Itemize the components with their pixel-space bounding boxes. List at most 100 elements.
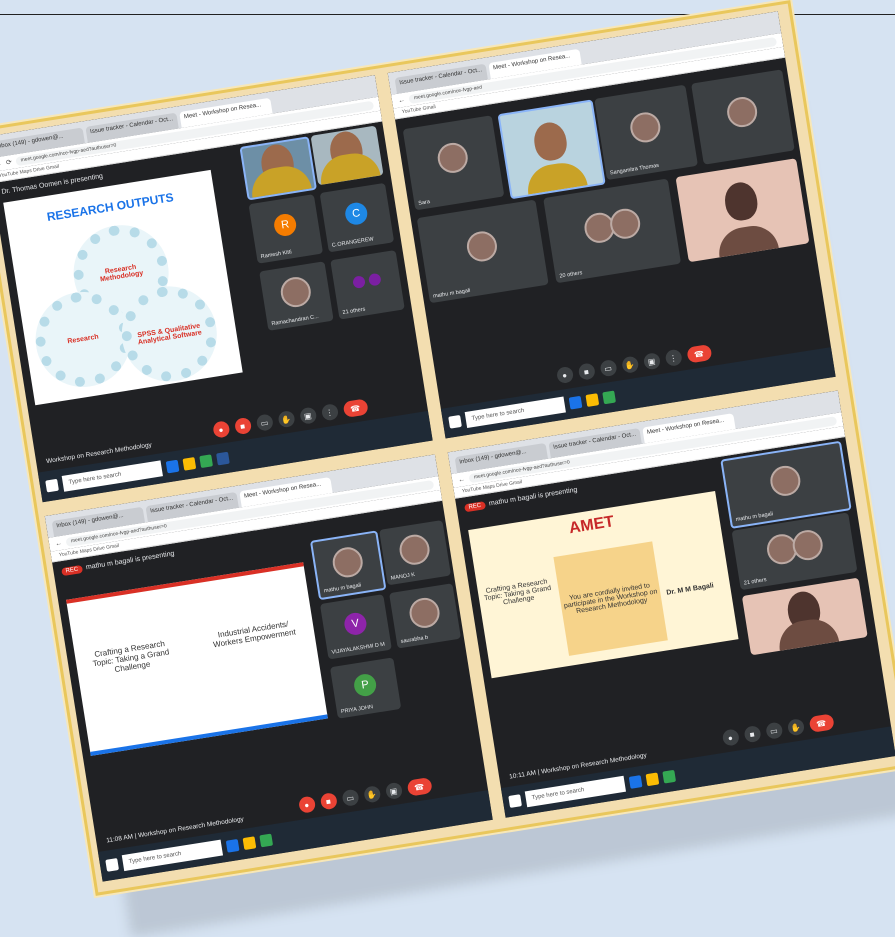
chrome-icon[interactable] (602, 390, 616, 405)
folder-icon[interactable] (182, 457, 197, 471)
participant-tile[interactable]: C C.ORANGEREW (319, 182, 395, 253)
folder-icon[interactable] (242, 836, 257, 851)
start-icon[interactable] (105, 858, 120, 872)
participant-tile[interactable]: MANOJ K (379, 520, 452, 586)
participant-tile[interactable]: saurabha b (389, 583, 462, 649)
leave-call-icon[interactable]: ☎ (808, 713, 835, 734)
recording-badge: REC (61, 564, 83, 577)
participant-tile[interactable] (239, 136, 318, 201)
participant-tile[interactable]: Sara (402, 115, 505, 211)
participant-tile[interactable]: mathu m bagali (309, 530, 387, 601)
avatar: P (352, 672, 378, 698)
edge-icon[interactable] (628, 775, 643, 789)
word-icon[interactable] (216, 451, 230, 466)
more-options-icon[interactable]: ⋮ (320, 403, 339, 422)
mic-icon[interactable]: ● (555, 365, 574, 385)
participant-video (531, 119, 570, 163)
avatar (278, 275, 314, 310)
taskbar-search[interactable]: Type here to search (121, 839, 224, 872)
chrome-icon[interactable] (662, 769, 677, 784)
participant-name: Ramachandran C... (271, 313, 320, 328)
chrome-icon[interactable] (259, 833, 274, 848)
present-icon[interactable]: ▣ (298, 406, 317, 425)
avatar: V (342, 610, 368, 637)
more-options-icon[interactable]: ⋮ (664, 348, 683, 368)
mic-off-icon[interactable]: ● (211, 420, 231, 439)
edge-icon[interactable] (165, 459, 180, 474)
back-icon[interactable]: ← (0, 160, 3, 168)
participant-tile[interactable]: mathu m bagali (416, 199, 549, 304)
mic-icon[interactable]: ● (721, 728, 740, 747)
back-icon[interactable]: ← (55, 539, 63, 547)
present-icon[interactable]: ▣ (384, 781, 403, 801)
chrome-icon[interactable] (199, 454, 214, 469)
panel-3: Inbox (149) - gdowen@... Issue tracker -… (44, 454, 493, 882)
participant-tile[interactable]: R Ramesh Kitti (248, 194, 324, 264)
folder-icon[interactable] (585, 393, 600, 407)
participant-tile[interactable] (691, 69, 795, 165)
participant-name: 21 others (743, 577, 768, 587)
participant-name: mathu m bagali (735, 511, 774, 524)
avatar (407, 595, 442, 630)
screenshot-collage: Inbox (149) - gdowen@... Issue tracker -… (0, 0, 895, 896)
mic-off-icon[interactable]: ● (297, 795, 316, 814)
amet-logo: AMET (567, 513, 616, 538)
camera-off-icon[interactable]: ■ (233, 416, 252, 436)
presenter-text: mathu m bagali is presenting (488, 486, 578, 508)
folder-icon[interactable] (645, 772, 660, 787)
present-icon[interactable]: ▣ (642, 352, 661, 371)
meeting-time: 10:11 AM (508, 769, 537, 781)
participant-tile[interactable]: 21 others (330, 250, 405, 320)
raise-hand-icon[interactable]: ✋ (620, 355, 639, 374)
participant-tile[interactable] (497, 99, 606, 200)
edge-icon[interactable] (568, 395, 583, 410)
meeting-time: 11:08 AM (105, 833, 134, 845)
leave-call-icon[interactable]: ☎ (685, 344, 713, 364)
participant-tile[interactable] (310, 125, 384, 186)
participant-tile[interactable]: Ramachandran C... (259, 261, 334, 331)
raise-hand-icon[interactable]: ✋ (786, 718, 805, 737)
participant-tile[interactable]: P PRIYA JOHN (329, 657, 402, 719)
participant-tile[interactable]: V VIJAYALAKSHMI D M (319, 594, 392, 660)
edge-icon[interactable] (225, 838, 240, 853)
captions-icon[interactable]: ▭ (255, 413, 274, 432)
recording-badge: REC (464, 501, 486, 513)
speaker-name: Dr. M M Bagali (665, 582, 715, 597)
start-icon[interactable] (508, 794, 522, 808)
refresh-icon[interactable]: ⟳ (5, 158, 13, 167)
avatar: C (343, 201, 369, 227)
participant-video-body (715, 222, 779, 258)
avatar (790, 528, 825, 563)
captions-icon[interactable]: ▭ (340, 788, 360, 807)
taskbar-search[interactable]: Type here to search (61, 460, 163, 492)
avatar: R (272, 212, 298, 238)
back-icon[interactable]: ← (398, 96, 406, 104)
participant-name: Sara (418, 199, 431, 207)
participant-name: C.ORANGEREW (331, 236, 375, 249)
slide-title: RESEARCH OUTPUTS (45, 190, 175, 225)
raise-hand-icon[interactable]: ✋ (362, 785, 381, 804)
camera-off-icon[interactable]: ■ (319, 792, 338, 811)
start-icon[interactable] (45, 478, 59, 493)
avatar (724, 94, 760, 130)
raise-hand-icon[interactable]: ✋ (276, 410, 296, 429)
leave-call-icon[interactable]: ☎ (406, 777, 433, 797)
avatar (464, 229, 500, 264)
panel-1: Inbox (149) - gdowen@... Issue tracker -… (0, 75, 433, 503)
camera-icon[interactable]: ■ (742, 725, 762, 744)
leave-call-icon[interactable]: ☎ (342, 398, 369, 419)
shared-slide: AMET Crafting a Research Topic: Taking a… (468, 490, 739, 679)
captions-icon[interactable]: ▭ (598, 359, 618, 378)
avatar (330, 544, 365, 580)
camera-icon[interactable]: ■ (577, 362, 596, 381)
captions-icon[interactable]: ▭ (764, 721, 783, 740)
back-icon[interactable]: ← (458, 475, 466, 483)
avatar (397, 532, 432, 567)
participant-tile[interactable] (675, 158, 810, 263)
start-icon[interactable] (448, 414, 462, 429)
taskbar-search[interactable]: Type here to search (524, 775, 627, 808)
participant-name: mathu m bagali (432, 287, 471, 300)
participant-tile[interactable] (741, 577, 868, 656)
participant-tile[interactable]: Sangamitra Thomas (594, 84, 698, 181)
participant-tile[interactable]: 20 others (543, 178, 682, 284)
